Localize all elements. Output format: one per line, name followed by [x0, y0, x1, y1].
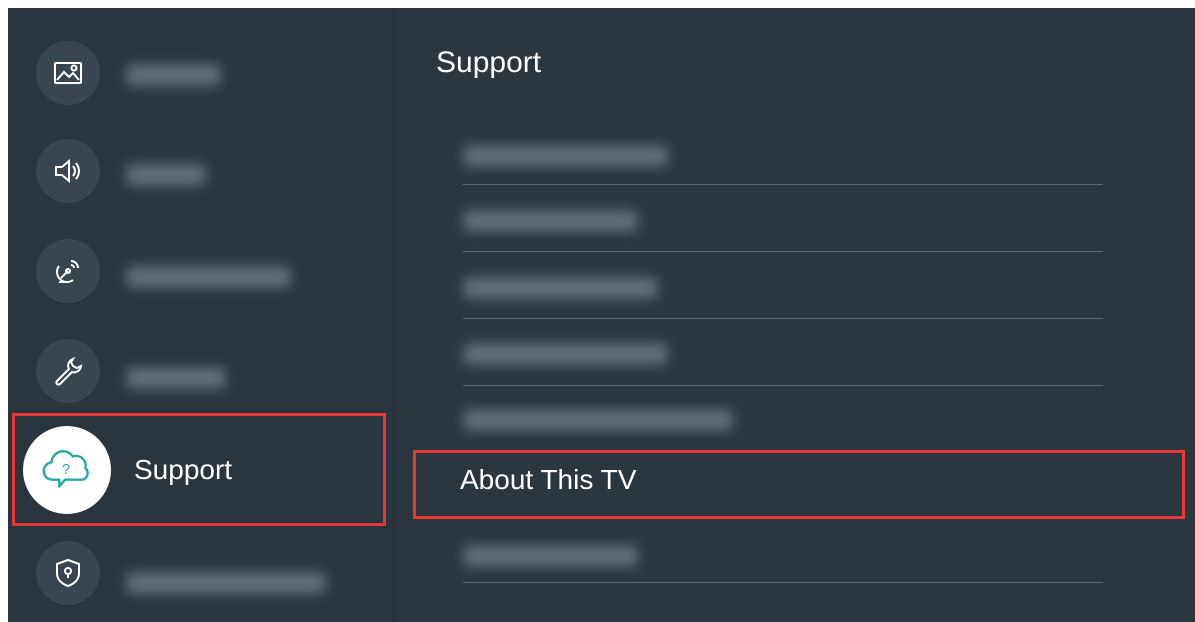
menu-item-support-label[interactable]: Support [134, 454, 232, 486]
submenu-item-label-blurred [463, 277, 658, 299]
menu-item-sound[interactable] [8, 126, 393, 216]
submenu-item-about-this-tv[interactable]: About This TV [460, 464, 636, 496]
submenu-item-label-blurred [463, 145, 668, 167]
support-submenu-panel [395, 8, 1195, 622]
general-wrench-icon [36, 339, 100, 403]
row-divider [463, 385, 1103, 386]
menu-item-label-blurred [126, 367, 226, 389]
settings-category-panel: ? Support [8, 8, 393, 622]
support-cloud-icon: ? [23, 426, 111, 514]
sound-icon [36, 139, 100, 203]
submenu-item-label-blurred [463, 343, 668, 365]
tv-settings-screen: ? Support Support About This TV [8, 8, 1195, 622]
row-divider [463, 184, 1103, 185]
picture-icon [36, 41, 100, 105]
row-divider [463, 318, 1103, 319]
menu-item-broadcasting[interactable] [8, 226, 393, 316]
broadcasting-icon [36, 239, 100, 303]
menu-item-general[interactable] [8, 326, 393, 416]
row-divider [463, 582, 1103, 583]
submenu-item-label-blurred [463, 545, 638, 567]
menu-item-label-blurred [126, 64, 221, 86]
submenu-item-label-blurred [463, 210, 638, 232]
privacy-shield-icon [36, 541, 100, 605]
menu-item-label-blurred [126, 266, 291, 288]
menu-item-label-blurred [126, 164, 206, 186]
submenu-item-label-blurred [463, 409, 733, 431]
submenu-title: Support [436, 46, 542, 79]
svg-text:?: ? [62, 462, 70, 478]
menu-item-label-blurred [126, 572, 326, 594]
row-divider [463, 251, 1103, 252]
menu-item-picture[interactable] [8, 28, 393, 118]
menu-item-privacy[interactable] [8, 534, 393, 622]
